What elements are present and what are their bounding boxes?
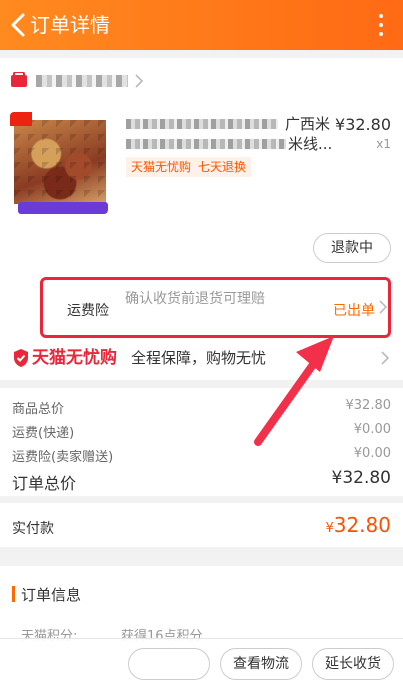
- paid-amount-value: ¥32.80: [325, 513, 391, 537]
- paid-number: 32.80: [333, 513, 391, 537]
- shipping-insurance-label: 运费险: [67, 303, 109, 319]
- order-total-value: ¥32.80: [331, 468, 391, 488]
- brand-logo-corner: [10, 112, 32, 126]
- summary-label: 运费险(卖家赠送): [12, 450, 114, 465]
- product-image[interactable]: [10, 112, 108, 214]
- summary-value: ¥32.80: [345, 398, 392, 413]
- page-title: 订单详情: [30, 13, 110, 37]
- summary-value: ¥0.00: [353, 422, 391, 437]
- summary-value: ¥0.00: [353, 446, 391, 461]
- product-price: ¥32.80: [335, 115, 391, 134]
- summary-label: 商品总价: [12, 402, 65, 417]
- shield-icon: [14, 349, 28, 367]
- tmall-worry-free-logo: 天猫无忧购: [12, 346, 120, 370]
- tag-tmall-worry-free: 天猫无忧购: [126, 157, 197, 177]
- shipping-insurance-status[interactable]: 已出单: [333, 300, 375, 320]
- product-image-pixelated: [14, 120, 106, 204]
- tmall-worry-free-text: 天猫无忧购: [32, 348, 117, 368]
- chevron-right-icon[interactable]: [378, 298, 388, 316]
- shipping-insurance-description: 确认收货前退货可理赔: [125, 291, 265, 307]
- tag-seven-day-return: 七天退换: [193, 157, 252, 177]
- order-info-title: 订单信息: [21, 586, 82, 604]
- product-title-redacted: [126, 139, 286, 149]
- product-image-banner: [18, 202, 108, 214]
- product-title-fragment[interactable]: 米线...: [288, 134, 332, 154]
- product-title-redacted: [126, 119, 278, 129]
- chevron-right-icon[interactable]: [380, 349, 390, 367]
- back-arrow-icon[interactable]: [6, 10, 32, 40]
- paid-amount-label: 实付款: [12, 521, 54, 537]
- app-header: 订单详情: [0, 0, 403, 50]
- assurance-text: 全程保障，购物无忧: [131, 349, 267, 367]
- chevron-right-icon: [135, 74, 144, 88]
- shop-icon: [11, 72, 27, 87]
- summary-label: 运费(快递): [12, 426, 75, 441]
- extend-receipt-button[interactable]: 延长收货: [312, 648, 394, 680]
- refund-status-button[interactable]: 退款中: [313, 233, 391, 263]
- product-quantity: x1: [376, 137, 391, 151]
- order-total-label: 订单总价: [12, 474, 77, 493]
- more-options-icon[interactable]: [377, 12, 385, 38]
- shop-name-redacted: [36, 75, 128, 87]
- section-accent-bar: [12, 586, 15, 602]
- paid-currency: ¥: [325, 521, 334, 536]
- view-logistics-button[interactable]: 查看物流: [220, 648, 302, 680]
- product-title-fragment[interactable]: 广西米: [285, 114, 330, 134]
- empty-action-button[interactable]: [128, 648, 210, 680]
